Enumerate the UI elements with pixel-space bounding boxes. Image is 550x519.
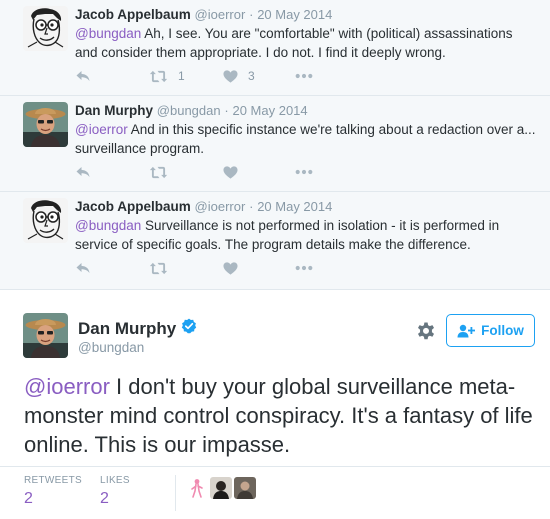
likes-count: 2 <box>100 490 109 507</box>
mention-link[interactable]: @ioerror <box>75 122 128 137</box>
retweet-button[interactable] <box>149 164 178 180</box>
mention-link[interactable]: @bungdan <box>75 218 141 233</box>
man-with-hat-avatar-icon[interactable] <box>23 102 68 147</box>
user-name[interactable]: Dan Murphy <box>78 319 176 339</box>
tweet-header: Dan Murphy @bungdan · 20 May 2014 <box>75 102 308 120</box>
pink-panther-avatar-icon[interactable] <box>186 477 208 499</box>
tweet-body: And in this specific instance we're talk… <box>75 122 536 156</box>
tweet-header: Jacob Appelbaum @ioerror · 20 May 2014 <box>75 198 332 216</box>
reply-icon <box>75 164 91 180</box>
separator-dot: · <box>249 199 254 214</box>
heart-icon <box>223 165 238 180</box>
tweet-date[interactable]: 20 May 2014 <box>232 103 307 118</box>
tweet-date[interactable]: 20 May 2014 <box>257 7 332 22</box>
cartoon-face-avatar-icon[interactable] <box>23 198 68 243</box>
main-tweet-text: @ioerror I don't buy your global surveil… <box>24 372 534 459</box>
more-button[interactable] <box>295 164 313 180</box>
retweet-count: 1 <box>178 69 185 83</box>
more-dots-icon <box>295 169 313 175</box>
follow-label: Follow <box>481 323 524 338</box>
gear-icon[interactable] <box>415 320 437 342</box>
screen-name[interactable]: @bungdan <box>157 103 221 118</box>
conversation-tweet[interactable]: Jacob Appelbaum @ioerror · 20 May 2014 @… <box>0 192 550 290</box>
tweet-actions <box>75 164 375 180</box>
more-button[interactable] <box>295 68 313 84</box>
like-button[interactable] <box>223 164 248 180</box>
user-name[interactable]: Dan Murphy <box>75 103 153 118</box>
retweet-icon <box>149 69 168 84</box>
verified-badge-icon <box>181 318 197 339</box>
like-button[interactable] <box>223 260 248 276</box>
heart-icon <box>223 69 238 84</box>
conversation-tweet[interactable]: Jacob Appelbaum @ioerror · 20 May 2014 @… <box>0 0 550 96</box>
add-user-icon <box>457 324 476 337</box>
stats-divider <box>175 475 176 511</box>
photo-portrait-avatar-icon[interactable] <box>234 477 256 499</box>
more-button[interactable] <box>295 260 313 276</box>
retweets-stat[interactable]: RETWEETS 2 <box>24 475 82 508</box>
retweet-button[interactable] <box>149 260 178 276</box>
reply-button[interactable] <box>75 164 91 180</box>
separator-dot: · <box>224 103 229 118</box>
retweet-button[interactable]: 1 <box>149 68 185 84</box>
liker-avatars <box>186 477 258 499</box>
cartoon-face-avatar-icon[interactable] <box>23 6 68 51</box>
screen-name[interactable]: @ioerror <box>195 7 246 22</box>
tweet-stats: RETWEETS 2 LIKES 2 <box>0 466 550 512</box>
screen-name[interactable]: @ioerror <box>195 199 246 214</box>
like-count: 3 <box>248 69 255 83</box>
tweet-body: Ah, I see. You are "comfortable" with (p… <box>75 26 513 60</box>
reply-icon <box>75 68 91 84</box>
mention-link[interactable]: @bungdan <box>75 26 141 41</box>
follow-button[interactable]: Follow <box>446 314 535 347</box>
retweet-icon <box>149 165 168 180</box>
retweets-count: 2 <box>24 490 33 507</box>
retweets-label: RETWEETS <box>24 475 82 486</box>
man-with-hat-avatar-icon[interactable] <box>23 313 68 358</box>
dark-portrait-avatar-icon[interactable] <box>210 477 232 499</box>
heart-icon <box>223 261 238 276</box>
more-dots-icon <box>295 265 313 271</box>
more-dots-icon <box>295 73 313 79</box>
retweet-icon <box>149 261 168 276</box>
reply-button[interactable] <box>75 260 91 276</box>
user-name[interactable]: Jacob Appelbaum <box>75 7 191 22</box>
separator-dot: · <box>249 7 254 22</box>
main-screen-name[interactable]: @bungdan <box>78 340 144 355</box>
user-name[interactable]: Jacob Appelbaum <box>75 199 191 214</box>
conversation-thread: Jacob Appelbaum @ioerror · 20 May 2014 @… <box>0 0 550 290</box>
tweet-actions <box>75 260 375 276</box>
tweet-date[interactable]: 20 May 2014 <box>257 199 332 214</box>
tweet-text: @ioerror And in this specific instance w… <box>75 120 537 158</box>
tweet-text: @bungdan Surveillance is not performed i… <box>75 216 537 254</box>
reply-icon <box>75 260 91 276</box>
tweet-text: @bungdan Ah, I see. You are "comfortable… <box>75 24 537 62</box>
likes-label: LIKES <box>100 475 130 486</box>
tweet-actions: 1 3 <box>75 68 375 84</box>
tweet-header: Jacob Appelbaum @ioerror · 20 May 2014 <box>75 6 332 24</box>
conversation-tweet[interactable]: Dan Murphy @bungdan · 20 May 2014 @ioerr… <box>0 96 550 192</box>
main-user-name[interactable]: Dan Murphy <box>78 318 197 339</box>
reply-button[interactable] <box>75 68 91 84</box>
likes-stat[interactable]: LIKES 2 <box>100 475 130 508</box>
main-tweet: Dan Murphy @bungdan Follow @ioerror I do… <box>0 290 550 519</box>
like-button[interactable]: 3 <box>223 68 255 84</box>
mention-link[interactable]: @ioerror <box>24 374 110 399</box>
